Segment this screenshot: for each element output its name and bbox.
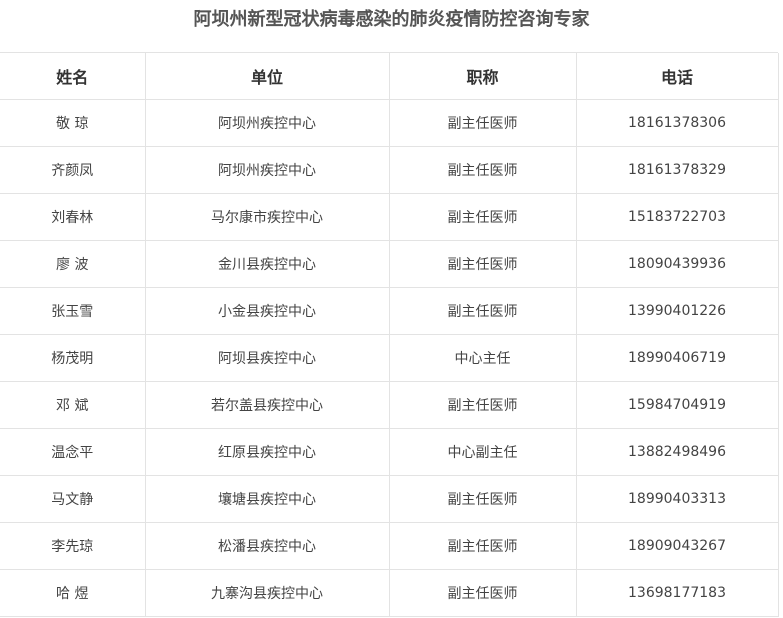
cell-name: 李先琼 [0, 522, 146, 570]
cell-phone: 13990401226 [576, 287, 779, 335]
cell-name: 齐颜凤 [0, 146, 146, 194]
cell-title: 副主任医师 [389, 475, 577, 523]
cell-phone: 15183722703 [576, 193, 779, 241]
cell-unit: 壤塘县疾控中心 [145, 475, 390, 523]
cell-title: 副主任医师 [389, 569, 577, 617]
cell-name: 张玉雪 [0, 287, 146, 335]
cell-name: 廖 波 [0, 240, 146, 288]
table-row: 哈 煜 九寨沟县疾控中心 副主任医师 13698177183 [0, 569, 779, 617]
table-row: 马文静 壤塘县疾控中心 副主任医师 18990403313 [0, 475, 779, 523]
page-title: 阿坝州新型冠状病毒感染的肺炎疫情防控咨询专家 [193, 9, 590, 30]
header-unit: 单位 [145, 53, 390, 100]
cell-unit: 红原县疾控中心 [145, 428, 390, 476]
table-row: 李先琼 松潘县疾控中心 副主任医师 18909043267 [0, 522, 779, 570]
cell-phone: 18090439936 [576, 240, 779, 288]
cell-unit: 若尔盖县疾控中心 [145, 381, 390, 429]
cell-name: 哈 煜 [0, 569, 146, 617]
cell-name: 杨茂明 [0, 334, 146, 382]
cell-title: 副主任医师 [389, 99, 577, 147]
cell-title: 副主任医师 [389, 146, 577, 194]
cell-phone: 18161378329 [576, 146, 779, 194]
header-title: 职称 [389, 53, 577, 100]
cell-phone: 13882498496 [576, 428, 779, 476]
cell-name: 温念平 [0, 428, 146, 476]
table-row: 温念平 红原县疾控中心 中心副主任 13882498496 [0, 428, 779, 476]
cell-title: 副主任医师 [389, 522, 577, 570]
table-row: 廖 波 金川县疾控中心 副主任医师 18090439936 [0, 240, 779, 288]
table-row: 齐颜凤 阿坝州疾控中心 副主任医师 18161378329 [0, 146, 779, 194]
header-name: 姓名 [0, 53, 146, 100]
cell-title: 副主任医师 [389, 381, 577, 429]
cell-title: 副主任医师 [389, 287, 577, 335]
table-header-row: 姓名 单位 职称 电话 [0, 53, 779, 100]
cell-unit: 松潘县疾控中心 [145, 522, 390, 570]
cell-unit: 金川县疾控中心 [145, 240, 390, 288]
table-row: 刘春林 马尔康市疾控中心 副主任医师 15183722703 [0, 193, 779, 241]
cell-title: 中心主任 [389, 334, 577, 382]
cell-name: 刘春林 [0, 193, 146, 241]
cell-unit: 小金县疾控中心 [145, 287, 390, 335]
cell-unit: 阿坝州疾控中心 [145, 146, 390, 194]
header-phone: 电话 [576, 53, 779, 100]
table-row: 邓 斌 若尔盖县疾控中心 副主任医师 15984704919 [0, 381, 779, 429]
page: 阿坝州新型冠状病毒感染的肺炎疫情防控咨询专家 姓名 单位 职称 电话 敬 琼 阿… [0, 0, 783, 618]
table-row: 张玉雪 小金县疾控中心 副主任医师 13990401226 [0, 287, 779, 335]
cell-unit: 阿坝县疾控中心 [145, 334, 390, 382]
table-row: 杨茂明 阿坝县疾控中心 中心主任 18990406719 [0, 334, 779, 382]
cell-phone: 18990406719 [576, 334, 779, 382]
cell-name: 马文静 [0, 475, 146, 523]
cell-unit: 阿坝州疾控中心 [145, 99, 390, 147]
experts-table: 姓名 单位 职称 电话 敬 琼 阿坝州疾控中心 副主任医师 1816137830… [0, 53, 779, 617]
cell-phone: 18990403313 [576, 475, 779, 523]
cell-phone: 18909043267 [576, 522, 779, 570]
cell-phone: 15984704919 [576, 381, 779, 429]
cell-unit: 马尔康市疾控中心 [145, 193, 390, 241]
cell-phone: 13698177183 [576, 569, 779, 617]
cell-title: 副主任医师 [389, 240, 577, 288]
cell-unit: 九寨沟县疾控中心 [145, 569, 390, 617]
cell-title: 副主任医师 [389, 193, 577, 241]
cell-name: 邓 斌 [0, 381, 146, 429]
cell-title: 中心副主任 [389, 428, 577, 476]
table-row: 敬 琼 阿坝州疾控中心 副主任医师 18161378306 [0, 99, 779, 147]
cell-phone: 18161378306 [576, 99, 779, 147]
cell-name: 敬 琼 [0, 99, 146, 147]
